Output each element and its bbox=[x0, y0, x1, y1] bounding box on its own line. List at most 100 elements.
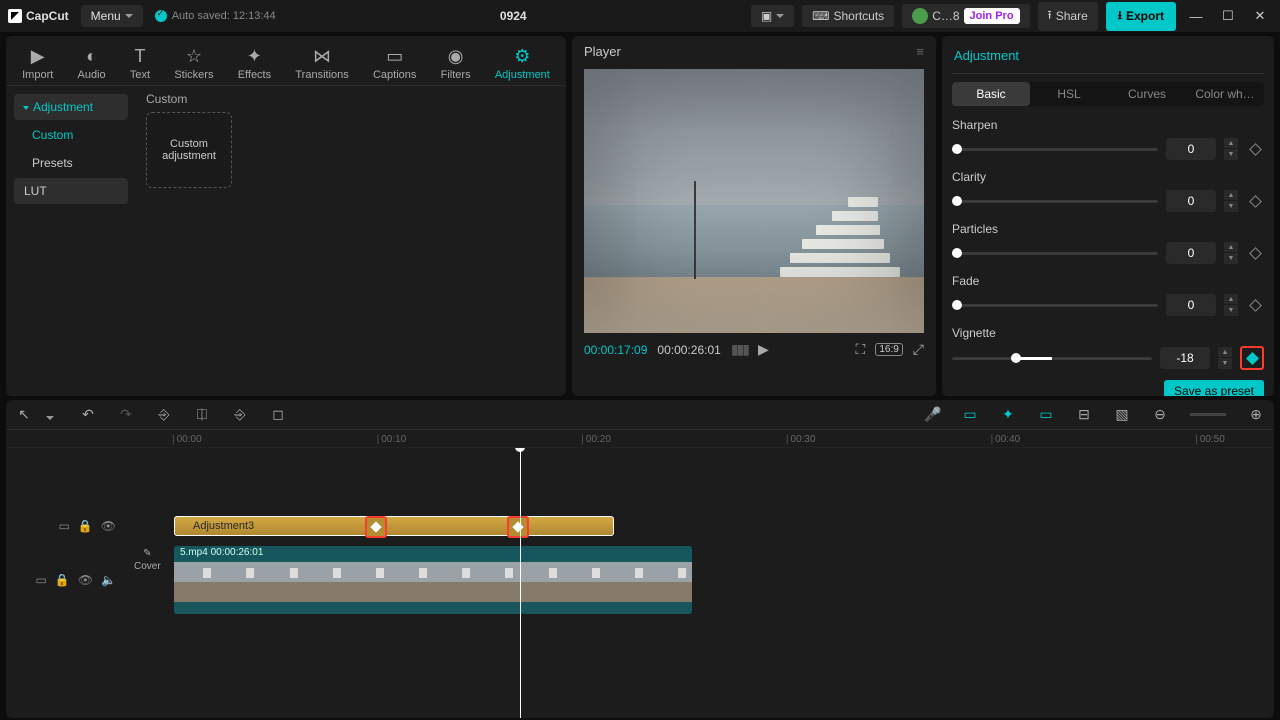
split-left-tool[interactable]: ⎅ bbox=[194, 406, 210, 423]
eye-icon[interactable]: 👁 bbox=[78, 573, 93, 587]
ruler-tick[interactable]: 00:00 bbox=[172, 434, 202, 445]
eye-icon[interactable]: 👁 bbox=[101, 519, 116, 533]
stepper[interactable]: ▲▼ bbox=[1218, 347, 1232, 369]
align-icon[interactable]: ⊟ bbox=[1076, 406, 1092, 423]
keyframe-button[interactable] bbox=[1246, 192, 1264, 210]
lock-icon[interactable]: 🔒 bbox=[78, 519, 93, 533]
snap-on-icon[interactable]: ▭ bbox=[1038, 406, 1054, 423]
adj-row-vignette: Vignette-18▲▼ bbox=[952, 326, 1264, 370]
aspect-ratio[interactable]: 16:9 bbox=[875, 343, 902, 356]
layout-button[interactable]: ▣ bbox=[751, 5, 794, 27]
cover-button[interactable]: ✎ Cover bbox=[134, 548, 161, 572]
keyframe-button[interactable] bbox=[1246, 296, 1264, 314]
ruler-tick[interactable]: 00:30 bbox=[786, 434, 816, 445]
stepper[interactable]: ▲▼ bbox=[1224, 294, 1238, 316]
media-tab-transitions[interactable]: ⋈Transitions bbox=[289, 42, 354, 85]
select-tool[interactable]: ↖ bbox=[16, 406, 32, 423]
adj-tab-hsl[interactable]: HSL bbox=[1030, 82, 1108, 106]
keyframe-button[interactable] bbox=[1246, 244, 1264, 262]
redo-button[interactable]: ↷ bbox=[118, 406, 134, 423]
player-menu-icon[interactable]: ≡ bbox=[916, 44, 924, 59]
media-tab-stickers[interactable]: ☆Stickers bbox=[168, 42, 219, 85]
keyframe-marker[interactable] bbox=[507, 516, 529, 538]
lock-icon[interactable]: 🔒 bbox=[55, 573, 70, 587]
fade-slider[interactable] bbox=[952, 304, 1158, 307]
media-tab-adjustment[interactable]: ⚙Adjustment bbox=[489, 42, 556, 85]
text-icon: T bbox=[135, 46, 146, 66]
ruler-tick[interactable]: 00:50 bbox=[1195, 434, 1225, 445]
adjustment-clip[interactable]: Adjustment3 bbox=[174, 516, 614, 536]
stepper[interactable]: ▲▼ bbox=[1224, 242, 1238, 264]
category-label: Custom bbox=[146, 92, 556, 106]
export-button[interactable]: ⭳ Export bbox=[1106, 2, 1176, 31]
keyframe-button[interactable] bbox=[1243, 349, 1261, 367]
brand-name: CapCut bbox=[26, 9, 69, 23]
adj-row-fade: Fade0▲▼ bbox=[952, 274, 1264, 316]
vignette-slider[interactable] bbox=[952, 357, 1152, 360]
stepper[interactable]: ▲▼ bbox=[1224, 190, 1238, 212]
keyframe-button[interactable] bbox=[1246, 140, 1264, 158]
safezone-icon[interactable]: ⛶ bbox=[856, 341, 866, 358]
project-title: 0924 bbox=[276, 9, 751, 23]
magnet-on-icon[interactable]: ▭ bbox=[962, 406, 978, 423]
menu-button[interactable]: Menu bbox=[81, 5, 143, 27]
account-button[interactable]: C…8 Join Pro bbox=[902, 4, 1029, 28]
ruler-tick[interactable]: 00:10 bbox=[377, 434, 407, 445]
link-on-icon[interactable]: ✦ bbox=[1000, 406, 1016, 423]
playhead[interactable] bbox=[520, 448, 521, 718]
media-tab-captions[interactable]: ▭Captions bbox=[367, 42, 422, 85]
sidebar-item-presets[interactable]: Presets bbox=[14, 150, 128, 176]
sidebar-item-lut[interactable]: LUT bbox=[14, 178, 128, 204]
adj-tab-curves[interactable]: Curves bbox=[1108, 82, 1186, 106]
adjustment-panel: Adjustment BasicHSLCurvesColor wh… Sharp… bbox=[942, 36, 1274, 396]
particles-value[interactable]: 0 bbox=[1166, 242, 1216, 264]
mute-icon[interactable]: 🔈 bbox=[101, 573, 116, 587]
share-button[interactable]: ⭱ Share bbox=[1038, 2, 1098, 31]
fullscreen-icon[interactable]: ⤢ bbox=[913, 341, 924, 358]
zoom-in-icon[interactable]: ⊕ bbox=[1248, 406, 1264, 423]
custom-adjustment-tile[interactable]: Custom adjustment bbox=[146, 112, 232, 188]
tool-dropdown[interactable] bbox=[42, 407, 58, 423]
collapse-icon[interactable]: ▭ bbox=[58, 519, 69, 533]
close-button[interactable]: ✕ bbox=[1248, 8, 1272, 24]
sharpen-slider[interactable] bbox=[952, 148, 1158, 151]
keyframe-marker[interactable] bbox=[365, 516, 387, 538]
media-tab-import[interactable]: ▶Import bbox=[16, 42, 59, 85]
sidebar-item-custom[interactable]: Custom bbox=[14, 122, 128, 148]
media-tab-text[interactable]: TText bbox=[124, 42, 156, 85]
preview-icon[interactable]: ▧ bbox=[1114, 406, 1130, 423]
compare-icon[interactable]: ▮▮▮ bbox=[731, 341, 748, 358]
sharpen-value[interactable]: 0 bbox=[1166, 138, 1216, 160]
vignette-value[interactable]: -18 bbox=[1160, 347, 1210, 369]
undo-button[interactable]: ↶ bbox=[80, 406, 96, 423]
zoom-out-icon[interactable]: ⊖ bbox=[1152, 406, 1168, 423]
fade-value[interactable]: 0 bbox=[1166, 294, 1216, 316]
player-viewport[interactable] bbox=[584, 69, 924, 333]
mic-icon[interactable]: 🎤 bbox=[924, 406, 940, 423]
stepper[interactable]: ▲▼ bbox=[1224, 138, 1238, 160]
ruler-tick[interactable]: 00:40 bbox=[991, 434, 1021, 445]
crop-tool[interactable]: ◻ bbox=[270, 406, 286, 423]
save-preset-button[interactable]: Save as preset bbox=[1164, 380, 1264, 396]
adj-tab-colorwh[interactable]: Color wh… bbox=[1186, 82, 1264, 106]
adj-tab-basic[interactable]: Basic bbox=[952, 82, 1030, 106]
collapse-icon[interactable]: ▭ bbox=[36, 573, 47, 587]
media-tab-filters[interactable]: ◉Filters bbox=[435, 42, 477, 85]
media-tab-audio[interactable]: ◐Audio bbox=[72, 42, 112, 85]
zoom-slider[interactable] bbox=[1190, 413, 1226, 416]
video-clip[interactable]: 5.mp4 00:00:26:01 bbox=[174, 546, 692, 614]
clarity-value[interactable]: 0 bbox=[1166, 190, 1216, 212]
split-tool[interactable]: ⎆ bbox=[156, 406, 172, 423]
maximize-button[interactable]: ☐ bbox=[1216, 8, 1240, 24]
media-tab-effects[interactable]: ✦Effects bbox=[232, 42, 277, 85]
ruler-tick[interactable]: 00:20 bbox=[581, 434, 611, 445]
minimize-button[interactable]: — bbox=[1184, 9, 1208, 24]
join-pro-badge[interactable]: Join Pro bbox=[964, 8, 1020, 24]
sidebar-item-adjustment[interactable]: Adjustment bbox=[14, 94, 128, 120]
split-right-tool[interactable]: ⎆ bbox=[232, 406, 248, 423]
keyframe-highlight bbox=[1240, 346, 1264, 370]
shortcuts-button[interactable]: ⌨ Shortcuts bbox=[802, 5, 894, 27]
play-button[interactable]: ▶ bbox=[758, 341, 769, 358]
particles-slider[interactable] bbox=[952, 252, 1158, 255]
clarity-slider[interactable] bbox=[952, 200, 1158, 203]
